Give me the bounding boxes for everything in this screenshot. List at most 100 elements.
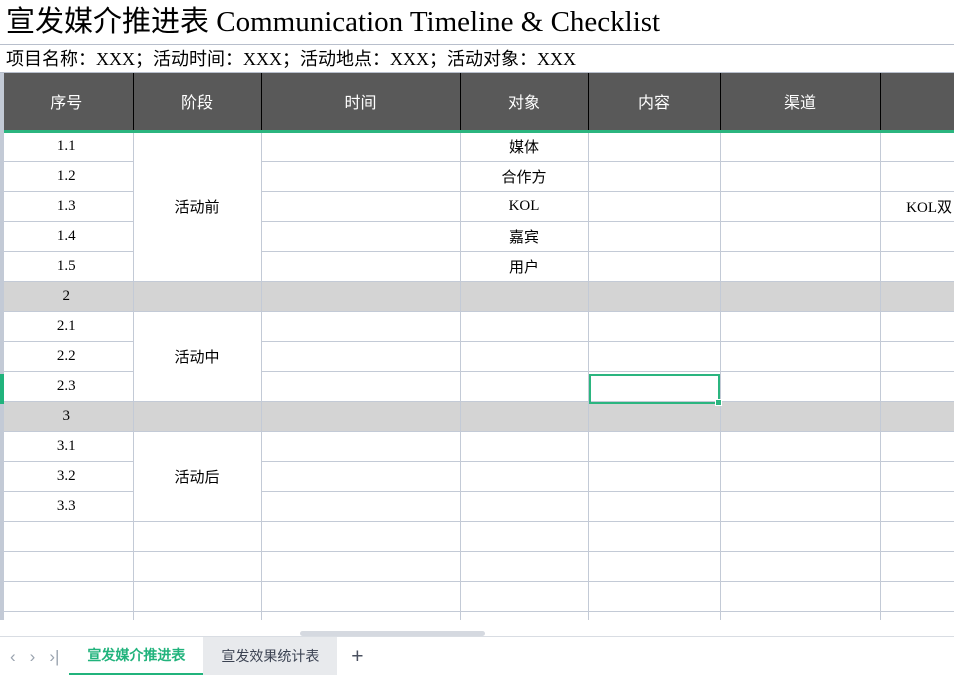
cell-time[interactable] — [261, 401, 461, 432]
empty-cell[interactable] — [261, 611, 461, 620]
horizontal-scrollbar[interactable] — [300, 631, 485, 636]
empty-cell[interactable] — [588, 581, 721, 612]
cell-extra[interactable] — [880, 131, 954, 162]
cell-sequence-number[interactable]: 3 — [0, 401, 134, 432]
cell-extra[interactable] — [880, 401, 954, 432]
column-header[interactable]: 渠道 — [720, 73, 881, 133]
cell-time[interactable] — [261, 491, 461, 522]
cell-content[interactable] — [588, 371, 721, 402]
empty-cell[interactable] — [880, 611, 954, 620]
cell-object[interactable] — [460, 491, 589, 522]
cell-channel[interactable] — [720, 371, 881, 402]
cell-content[interactable] — [588, 131, 721, 162]
empty-cell[interactable] — [0, 611, 134, 620]
cell-extra[interactable] — [880, 461, 954, 492]
cell-sequence-number[interactable]: 2.2 — [0, 341, 134, 372]
cell-channel[interactable] — [720, 251, 881, 282]
cell-sequence-number[interactable]: 1.4 — [0, 221, 134, 252]
cell-stage[interactable]: 活动后 — [133, 431, 262, 522]
grid-area[interactable]: 序号 阶段 时间 对象 内容 渠道 1.1 活动前 媒体 1.2 合作方 1.3 KOL KOL双 1.4 嘉… — [0, 73, 954, 620]
sheet-title-cell[interactable]: 宣发媒介推进表 Communication Timeline & Checkli… — [0, 0, 954, 45]
cell-content[interactable] — [588, 341, 721, 372]
empty-cell[interactable] — [460, 521, 589, 552]
cell-extra[interactable] — [880, 161, 954, 192]
empty-cell[interactable] — [588, 551, 721, 582]
cell-channel[interactable] — [720, 281, 881, 312]
empty-cell[interactable] — [720, 551, 881, 582]
empty-cell[interactable] — [0, 551, 134, 582]
cell-object[interactable]: 嘉宾 — [460, 221, 589, 252]
cell-content[interactable] — [588, 251, 721, 282]
cell-time[interactable] — [261, 131, 461, 162]
empty-cell[interactable] — [0, 581, 134, 612]
empty-cell[interactable] — [133, 551, 262, 582]
empty-cell[interactable] — [720, 611, 881, 620]
cell-object[interactable] — [460, 431, 589, 462]
column-header[interactable]: 阶段 — [133, 73, 262, 133]
cell-object[interactable] — [460, 341, 589, 372]
empty-cell[interactable] — [588, 521, 721, 552]
cell-object[interactable] — [460, 281, 589, 312]
cell-time[interactable] — [261, 221, 461, 252]
cell-sequence-number[interactable]: 3.3 — [0, 491, 134, 522]
empty-cell[interactable] — [460, 611, 589, 620]
column-header[interactable] — [880, 73, 954, 133]
cell-channel[interactable] — [720, 401, 881, 432]
sheet-tab[interactable]: 宣发效果统计表 — [203, 637, 338, 675]
empty-cell[interactable] — [880, 521, 954, 552]
cell-time[interactable] — [261, 191, 461, 222]
cell-content[interactable] — [588, 311, 721, 342]
cell-content[interactable] — [588, 431, 721, 462]
cell-extra[interactable] — [880, 221, 954, 252]
add-sheet-button[interactable]: + — [337, 637, 377, 675]
column-header[interactable]: 内容 — [588, 73, 721, 133]
empty-cell[interactable] — [133, 581, 262, 612]
cell-object[interactable]: KOL — [460, 191, 589, 222]
cell-content[interactable] — [588, 161, 721, 192]
cell-sequence-number[interactable]: 3.1 — [0, 431, 134, 462]
cell-sequence-number[interactable]: 1.1 — [0, 131, 134, 162]
cell-extra[interactable] — [880, 251, 954, 282]
cell-extra[interactable] — [880, 341, 954, 372]
cell-channel[interactable] — [720, 491, 881, 522]
cell-channel[interactable] — [720, 161, 881, 192]
cell-extra[interactable] — [880, 371, 954, 402]
cell-content[interactable] — [588, 281, 721, 312]
cell-sequence-number[interactable]: 1.3 — [0, 191, 134, 222]
chevron-left-icon[interactable]: ‹ — [10, 648, 16, 665]
cell-channel[interactable] — [720, 341, 881, 372]
cell-object[interactable] — [460, 311, 589, 342]
last-sheet-icon[interactable]: ›| — [49, 648, 59, 665]
cell-stage[interactable] — [133, 281, 262, 312]
cell-extra[interactable]: KOL双 — [880, 191, 954, 222]
cell-channel[interactable] — [720, 431, 881, 462]
empty-cell[interactable] — [133, 521, 262, 552]
cell-extra[interactable] — [880, 281, 954, 312]
empty-cell[interactable] — [133, 611, 262, 620]
cell-content[interactable] — [588, 491, 721, 522]
cell-object[interactable]: 用户 — [460, 251, 589, 282]
sheet-tab[interactable]: 宣发媒介推进表 — [69, 637, 204, 675]
sheet-subtitle-cell[interactable]: 项目名称：XXX；活动时间：XXX；活动地点：XXX；活动对象：XXX — [0, 45, 954, 73]
cell-object[interactable] — [460, 461, 589, 492]
cell-sequence-number[interactable]: 1.5 — [0, 251, 134, 282]
cell-channel[interactable] — [720, 311, 881, 342]
cell-extra[interactable] — [880, 491, 954, 522]
empty-cell[interactable] — [720, 581, 881, 612]
cell-time[interactable] — [261, 281, 461, 312]
column-header[interactable]: 序号 — [0, 73, 134, 133]
empty-cell[interactable] — [261, 581, 461, 612]
cell-time[interactable] — [261, 431, 461, 462]
empty-cell[interactable] — [460, 581, 589, 612]
cell-object[interactable] — [460, 401, 589, 432]
empty-cell[interactable] — [720, 521, 881, 552]
cell-time[interactable] — [261, 251, 461, 282]
cell-stage[interactable]: 活动中 — [133, 311, 262, 402]
cell-channel[interactable] — [720, 191, 881, 222]
cell-content[interactable] — [588, 461, 721, 492]
cell-sequence-number[interactable]: 2.3 — [0, 371, 134, 402]
cell-extra[interactable] — [880, 431, 954, 462]
column-header[interactable]: 对象 — [460, 73, 589, 133]
cell-content[interactable] — [588, 191, 721, 222]
cell-object[interactable]: 媒体 — [460, 131, 589, 162]
